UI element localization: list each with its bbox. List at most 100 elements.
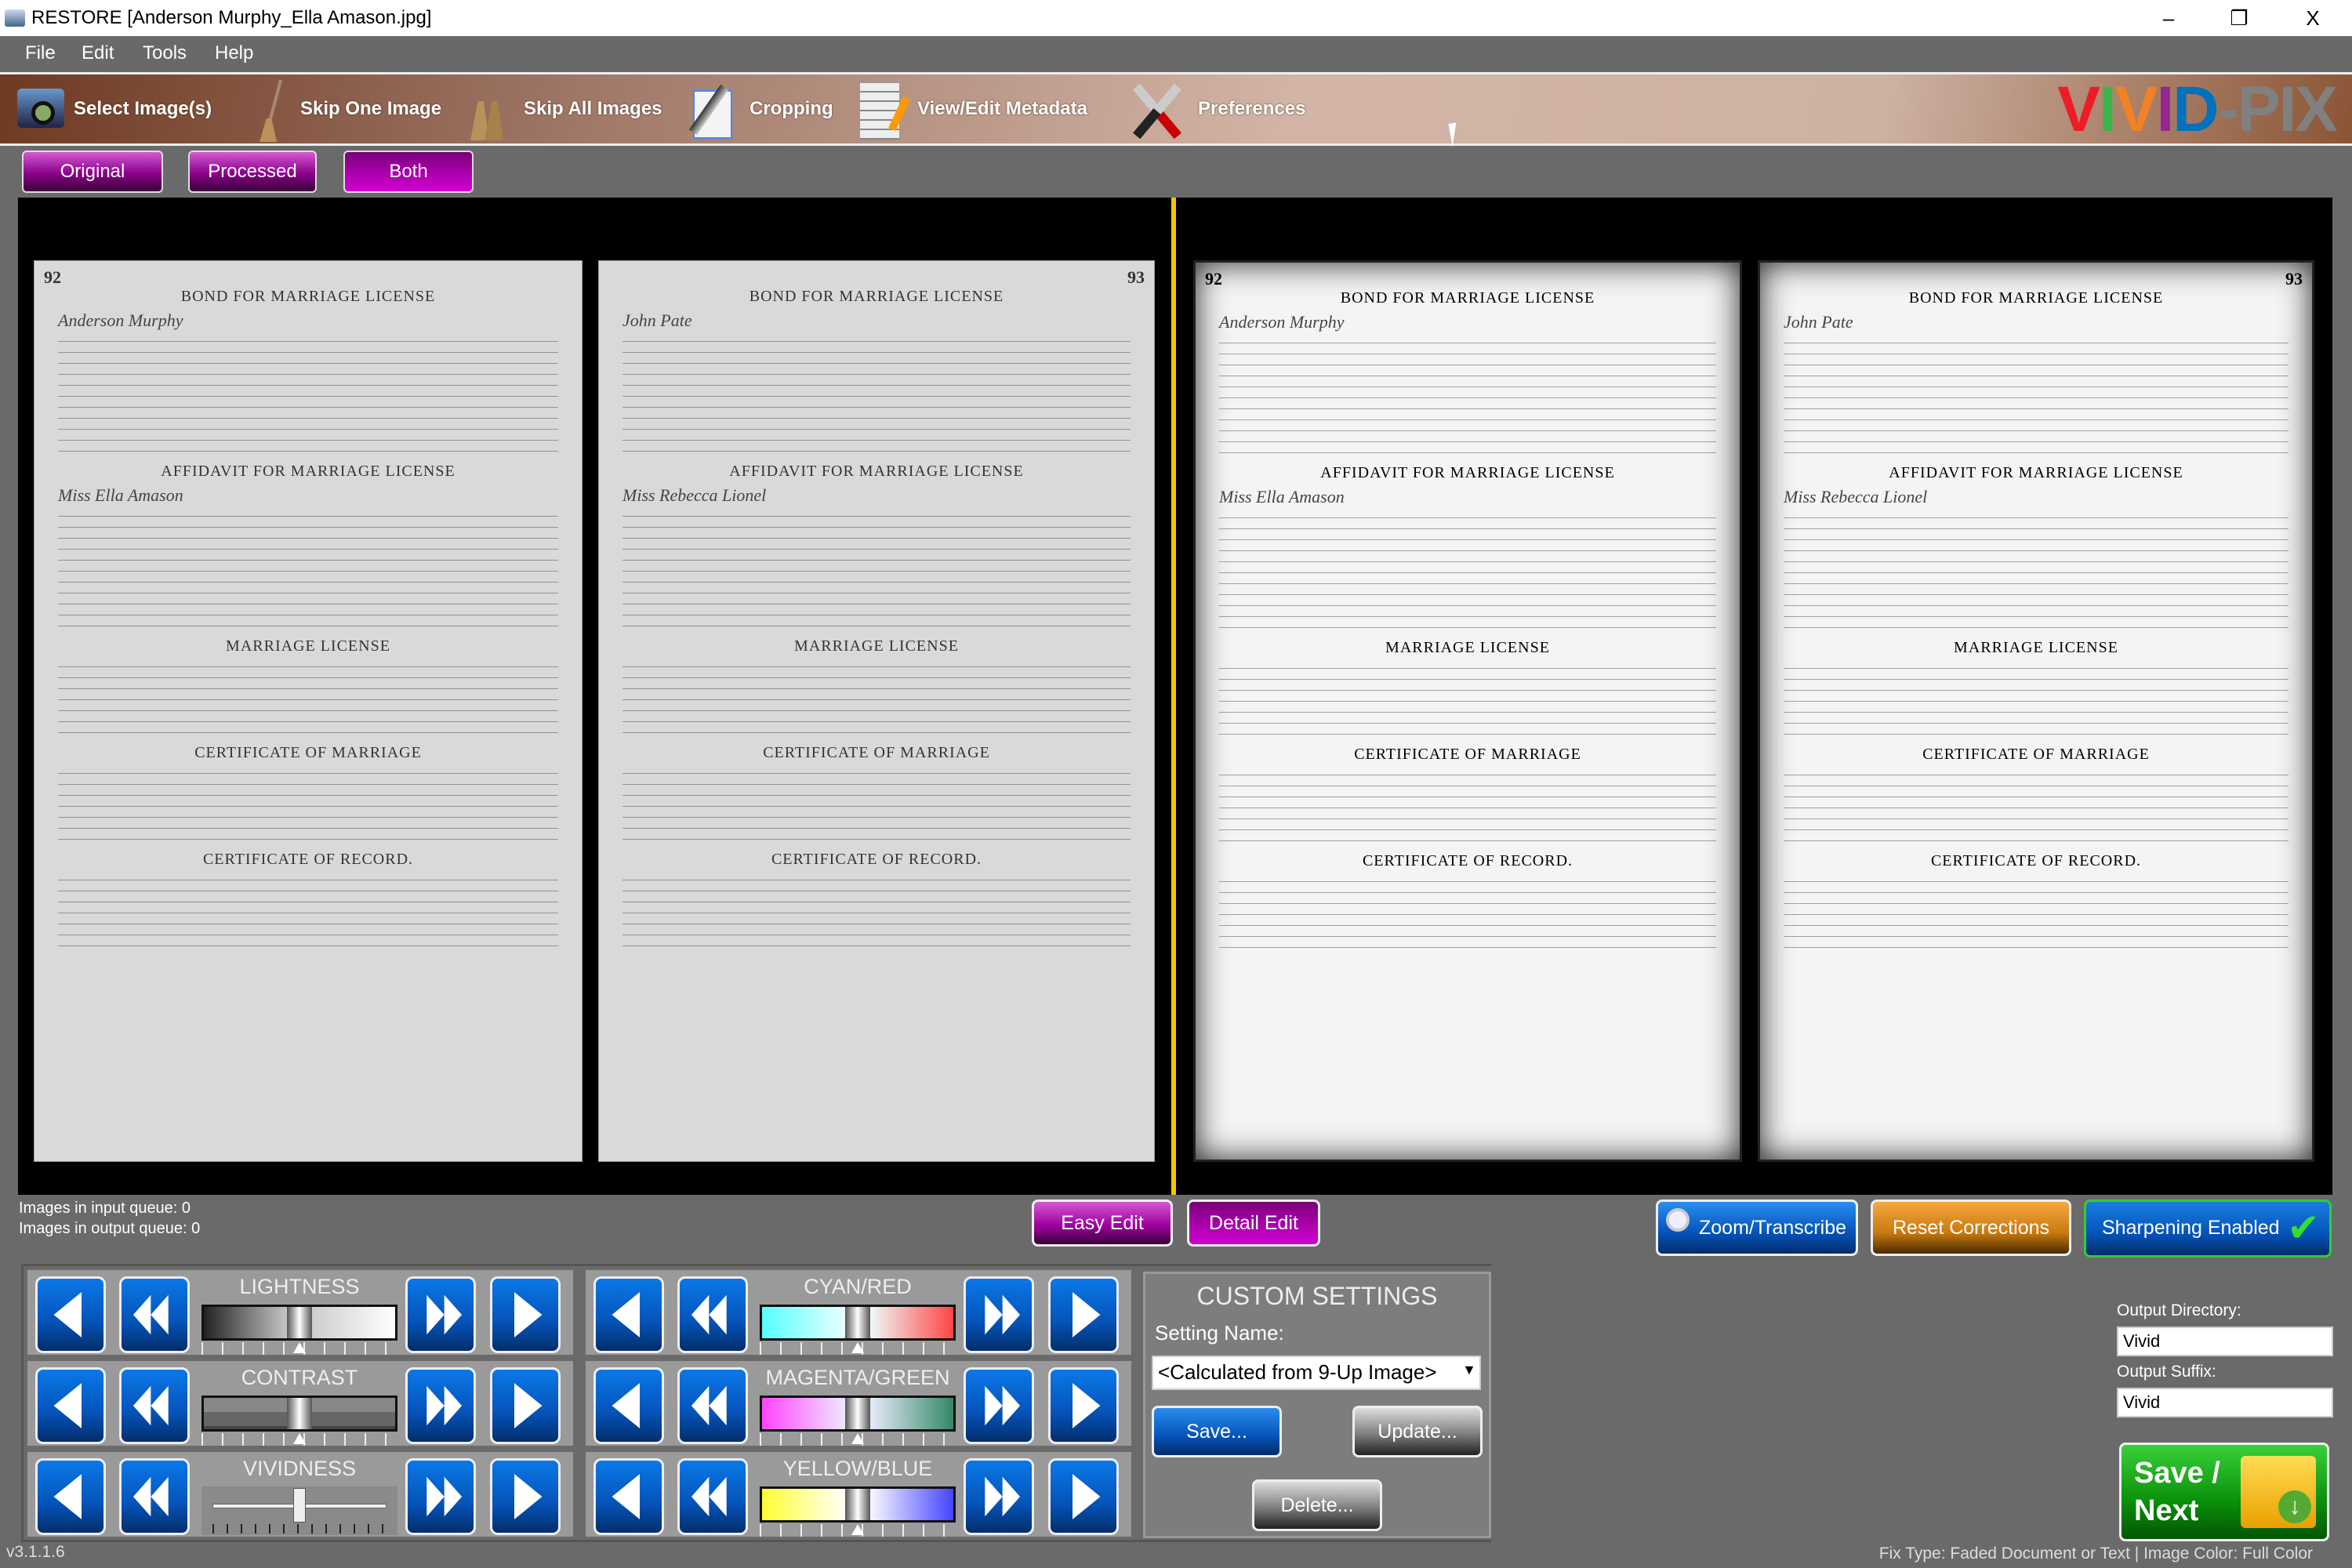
slider-track[interactable] <box>201 1305 397 1341</box>
text-line <box>622 917 1131 924</box>
fast-left-button[interactable] <box>677 1458 748 1535</box>
slider-track[interactable] <box>760 1396 956 1432</box>
text-line <box>1219 706 1716 713</box>
handwritten-name: Anderson Murphy <box>1219 312 1345 332</box>
step-right-button[interactable] <box>1048 1458 1119 1535</box>
skip-one-image-button[interactable]: Skip One Image <box>255 74 441 143</box>
fast-right-button[interactable] <box>405 1367 476 1444</box>
step-right-button[interactable] <box>490 1458 561 1535</box>
slider-thumb[interactable] <box>287 1307 312 1338</box>
left-arrow-icon <box>132 1385 169 1426</box>
delete-setting-button[interactable]: Delete... <box>1252 1479 1382 1531</box>
slider-thumb[interactable] <box>845 1489 870 1520</box>
setting-name-label: Setting Name: <box>1155 1321 1284 1345</box>
slider-track[interactable] <box>760 1486 956 1523</box>
fast-left-button[interactable] <box>119 1276 190 1353</box>
text-line <box>1219 599 1716 606</box>
fast-left-button[interactable] <box>119 1367 190 1444</box>
fast-left-button[interactable] <box>119 1458 190 1535</box>
text-line <box>1219 728 1716 735</box>
menu-tools[interactable]: Tools <box>143 42 187 64</box>
step-left-button[interactable] <box>35 1367 106 1444</box>
detail-edit-button[interactable]: Detail Edit <box>1187 1200 1320 1247</box>
original-view-button[interactable]: Original <box>22 151 163 193</box>
view-edit-metadata-button[interactable]: View/Edit Metadata <box>856 74 1087 143</box>
mouse-cursor-icon <box>1448 122 1461 147</box>
step-left-button[interactable] <box>35 1276 106 1353</box>
text-line <box>1784 812 2288 819</box>
sharpening-toggle[interactable]: Sharpening Enabled ✔ <box>2084 1200 2332 1258</box>
step-left-button[interactable] <box>35 1458 106 1535</box>
section-heading: MARRIAGE LICENSE <box>226 637 390 655</box>
save-setting-button[interactable]: Save... <box>1152 1406 1282 1457</box>
menu-help[interactable]: Help <box>215 42 253 64</box>
select-images-button[interactable]: Select Image(s) <box>13 74 212 143</box>
fast-left-button[interactable] <box>677 1276 748 1353</box>
step-right-button[interactable] <box>1048 1367 1119 1444</box>
fast-right-button[interactable] <box>964 1276 1034 1353</box>
step-right-button[interactable] <box>1048 1276 1119 1353</box>
output-directory-input[interactable]: Vivid <box>2117 1327 2333 1356</box>
text-line <box>1784 706 2288 713</box>
text-line <box>1784 908 2288 915</box>
text-line <box>1219 511 1716 518</box>
slider-thumb[interactable] <box>845 1398 870 1429</box>
cropping-button[interactable]: Cropping <box>688 74 833 143</box>
text-line <box>58 789 558 796</box>
step-left-button[interactable] <box>593 1458 664 1535</box>
custom-settings-title: CUSTOM SETTINGS <box>1196 1282 1438 1310</box>
fast-right-button[interactable] <box>405 1458 476 1535</box>
skip-all-images-button[interactable]: Skip All Images <box>455 74 662 143</box>
update-setting-button[interactable]: Update... <box>1352 1406 1483 1457</box>
slider-track[interactable] <box>201 1396 397 1432</box>
slider-thumb[interactable] <box>845 1307 870 1338</box>
menu-file[interactable]: File <box>25 42 56 64</box>
broom-icon <box>255 78 294 142</box>
text-line <box>58 928 558 935</box>
original-image: 92 BOND FOR MARRIAGE LICENSE Anderson Murp… <box>18 198 1171 1195</box>
text-line <box>58 564 558 572</box>
text-line <box>58 833 558 840</box>
fast-left-button[interactable] <box>677 1367 748 1444</box>
fast-right-button[interactable] <box>964 1367 1034 1444</box>
save-next-button[interactable]: Save / Next ↓ <box>2119 1443 2329 1541</box>
text-line <box>622 895 1131 902</box>
step-left-button[interactable] <box>593 1276 664 1353</box>
slider-track[interactable] <box>760 1305 956 1341</box>
zoom-transcribe-button[interactable]: Zoom/Transcribe <box>1656 1200 1858 1256</box>
step-right-button[interactable] <box>490 1276 561 1353</box>
restore-button[interactable]: ❐ <box>2216 3 2263 33</box>
text-line <box>622 873 1131 880</box>
text-line <box>1784 522 2288 529</box>
fast-right-button[interactable] <box>405 1276 476 1353</box>
output-suffix-input[interactable]: Vivid <box>2117 1388 2333 1417</box>
vividness-slider[interactable] <box>201 1486 397 1535</box>
reset-corrections-button[interactable]: Reset Corrections <box>1871 1200 2071 1256</box>
slider-thumb[interactable] <box>287 1398 312 1429</box>
section-heading: AFFIDAVIT FOR MARRIAGE LICENSE <box>729 463 1024 480</box>
step-right-button[interactable] <box>490 1367 561 1444</box>
fast-right-button[interactable] <box>964 1458 1034 1535</box>
left-arrow-icon <box>53 1383 82 1428</box>
vivid-pix-logo: VIVID-PIX <box>2057 78 2338 142</box>
text-line <box>622 800 1131 807</box>
text-line <box>622 532 1131 539</box>
menu-edit[interactable]: Edit <box>82 42 114 64</box>
setting-name-dropdown[interactable]: <Calculated from 9-Up Image> ▼ <box>1152 1356 1481 1390</box>
processed-view-button[interactable]: Processed <box>188 151 317 193</box>
right-arrow-icon <box>514 1383 543 1428</box>
easy-edit-button[interactable]: Easy Edit <box>1032 1200 1173 1247</box>
left-arrow-icon <box>691 1476 727 1517</box>
handwritten-name: John Pate <box>1784 312 1853 332</box>
minimize-button[interactable]: – <box>2145 3 2192 33</box>
close-button[interactable]: X <box>2289 3 2336 33</box>
camera-photos-icon <box>13 78 67 140</box>
split-divider[interactable] <box>1171 198 1176 1195</box>
text-line <box>1784 930 2288 937</box>
text-line <box>1219 402 1716 409</box>
both-view-button[interactable]: Both <box>343 151 474 193</box>
step-left-button[interactable] <box>593 1367 664 1444</box>
slider-thumb[interactable] <box>293 1488 306 1523</box>
left-arrow-icon <box>612 1383 640 1428</box>
preferences-button[interactable]: Preferences <box>1121 74 1305 143</box>
